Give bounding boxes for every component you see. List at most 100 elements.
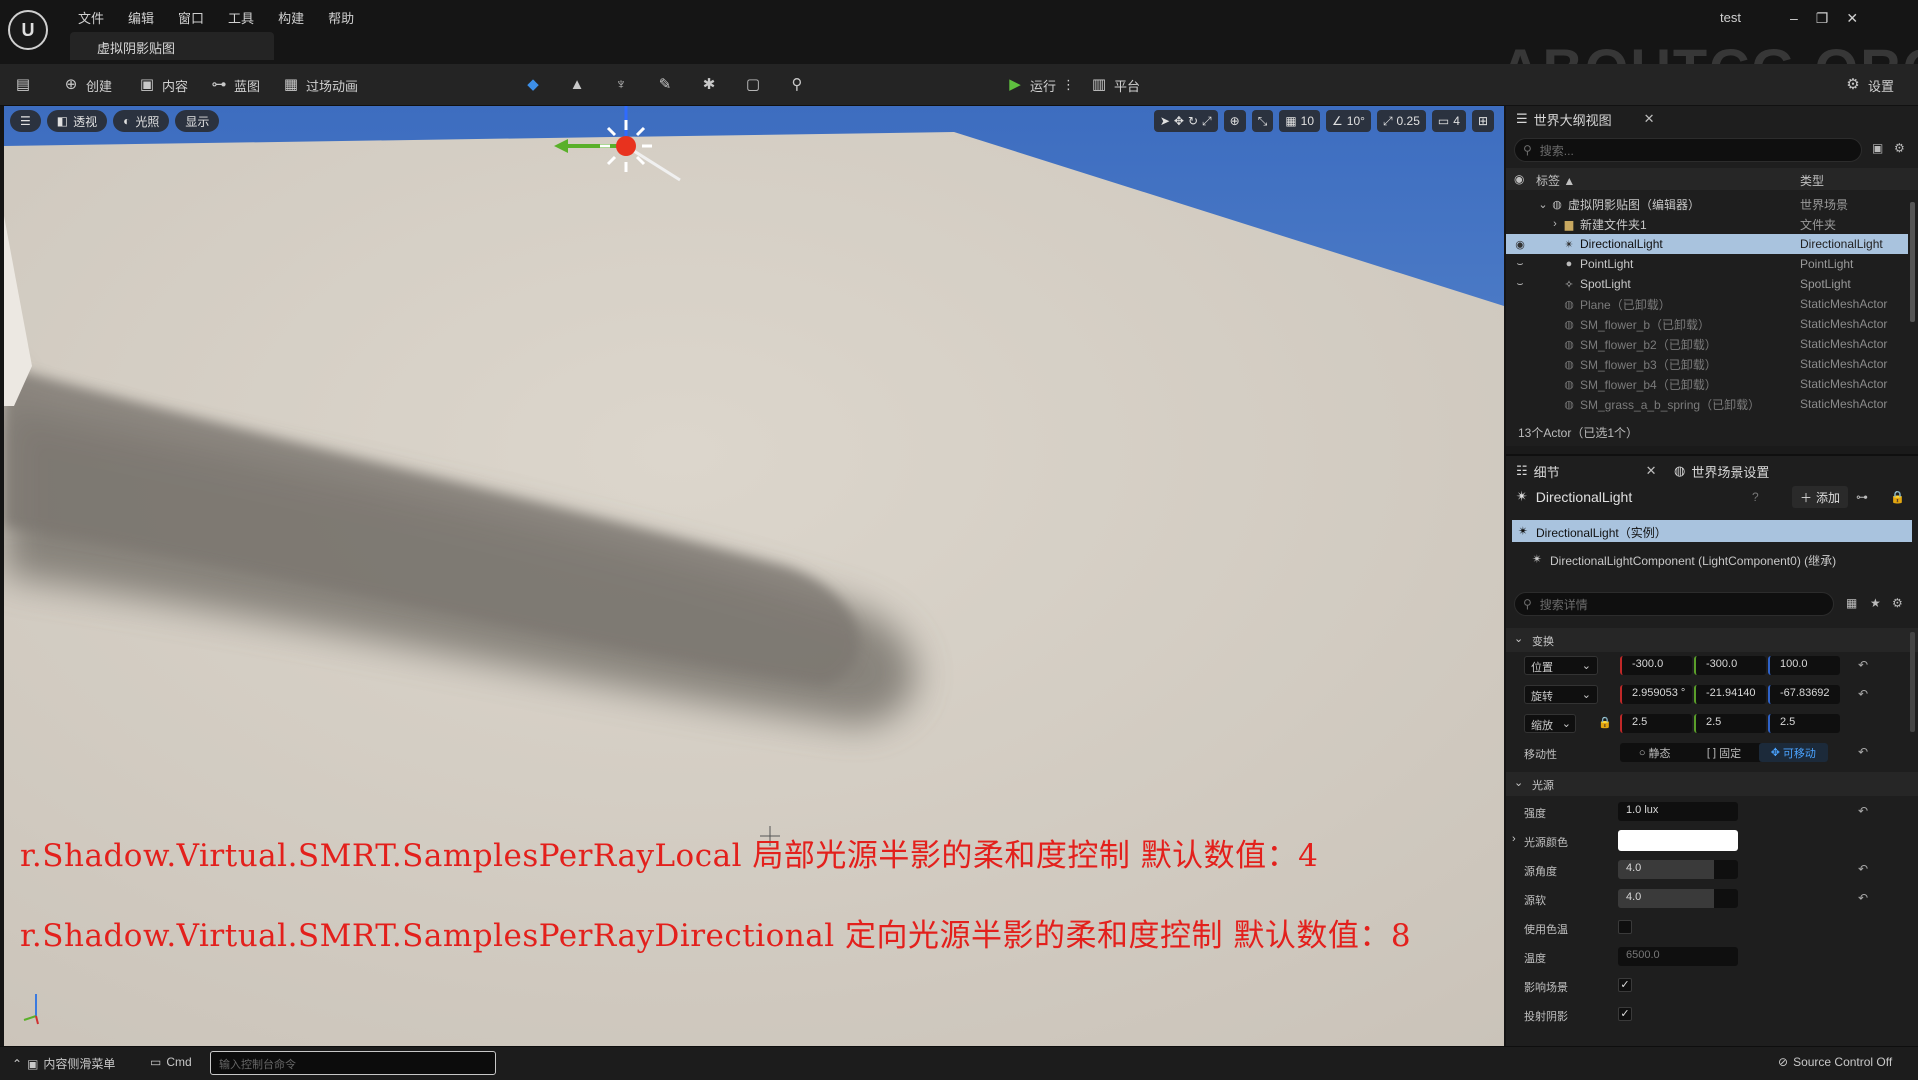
help-icon[interactable]: ? bbox=[1752, 490, 1759, 504]
details-search-input[interactable]: ⚲ 搜索详情 bbox=[1514, 592, 1834, 616]
world-local-toggle[interactable]: ⊕ bbox=[1223, 110, 1246, 132]
outliner-scrollbar[interactable] bbox=[1910, 202, 1915, 322]
add-component-button[interactable]: ＋ 添加 bbox=[1792, 486, 1849, 508]
outliner-row[interactable]: ◍ SM_grass_a_b_spring（已卸载） StaticMeshAct… bbox=[1506, 394, 1908, 414]
rotation-z-field[interactable]: -67.83692 bbox=[1768, 685, 1840, 704]
transform-section-header[interactable]: ⌄ 变换 bbox=[1506, 628, 1918, 652]
outliner-row[interactable]: ◍ SM_flower_b3（已卸载） StaticMeshActor bbox=[1506, 354, 1908, 374]
camera-speed[interactable]: ▭ 4 bbox=[1431, 110, 1466, 132]
level-viewport[interactable]: ☰ ◧ 透视 ◐ 光照 显示 ➤ ✥ ↻ ⤢ ⊕ ⤡ ▦ 10 ∠ 10° ⤢ 0.25 … bbox=[4, 106, 1504, 1046]
chevron-right-icon[interactable]: › bbox=[1512, 833, 1516, 845]
location-dropdown[interactable]: 位置 ⌄ bbox=[1524, 656, 1598, 675]
scale-dropdown[interactable]: 缩放 ⌄ bbox=[1524, 714, 1576, 733]
menu-edit[interactable]: 编辑 bbox=[116, 6, 166, 29]
light-color-swatch[interactable] bbox=[1618, 830, 1738, 851]
component-instance-row[interactable]: ✴ DirectionalLight（实例） bbox=[1512, 520, 1912, 542]
intensity-field[interactable]: 1.0 lux bbox=[1618, 802, 1738, 821]
location-z-field[interactable]: 100.0 bbox=[1768, 656, 1840, 675]
reset-icon[interactable]: ↶ bbox=[1858, 804, 1868, 818]
outliner-row[interactable]: ◍ SM_flower_b4（已卸载） StaticMeshActor bbox=[1506, 374, 1908, 394]
cast-shadows-checkbox[interactable]: ✓ bbox=[1618, 1007, 1632, 1021]
tab-world-settings[interactable]: ◍ 世界场景设置 bbox=[1674, 458, 1769, 484]
outliner-row[interactable]: ⌄ ◍ 虚拟阴影贴图（编辑器） 世界场景 bbox=[1506, 194, 1908, 214]
close-icon[interactable]: ✕ bbox=[1846, 10, 1858, 27]
rotation-snap[interactable]: ∠ 10° bbox=[1326, 110, 1371, 132]
unreal-logo-icon[interactable]: U bbox=[8, 10, 48, 50]
tab-details[interactable]: ☷ 细节 ✕ bbox=[1516, 458, 1657, 484]
scale-z-field[interactable]: 2.5 bbox=[1768, 714, 1840, 733]
outliner-row[interactable]: ◉ ✴ DirectionalLight DirectionalLight bbox=[1506, 234, 1908, 254]
add-folder-icon[interactable]: ▣ bbox=[1872, 141, 1883, 155]
content-button[interactable]: ▣ 内容 bbox=[138, 72, 188, 98]
scale-lock-icon[interactable]: 🔒 bbox=[1598, 716, 1612, 729]
scale-y-field[interactable]: 2.5 bbox=[1694, 714, 1766, 733]
brush-edit-button[interactable]: ▢ bbox=[744, 72, 762, 98]
location-y-field[interactable]: -300.0 bbox=[1694, 656, 1766, 675]
foliage-mode-button[interactable]: ♆ bbox=[612, 72, 630, 98]
surface-snap-toggle[interactable]: ⤡ bbox=[1251, 110, 1274, 132]
transform-tools[interactable]: ➤ ✥ ↻ ⤢ bbox=[1153, 110, 1218, 132]
outliner-row[interactable]: ⌣ ✧ SpotLight SpotLight bbox=[1506, 274, 1908, 294]
chevron-right-icon[interactable]: › bbox=[1548, 218, 1562, 230]
fracture-mode-button[interactable]: ✱ bbox=[700, 72, 718, 98]
settings-button[interactable]: ⚙ 设置 bbox=[1844, 72, 1894, 98]
star-icon[interactable]: ★ bbox=[1870, 596, 1881, 610]
viewport-options-button[interactable]: ☰ bbox=[10, 110, 41, 132]
outliner-search-input[interactable]: ⚲ 搜索... bbox=[1514, 138, 1862, 162]
source-control-button[interactable]: ⊘ Source Control Off bbox=[1778, 1055, 1892, 1069]
menu-build[interactable]: 构建 bbox=[266, 6, 316, 29]
show-button[interactable]: 显示 bbox=[175, 110, 220, 132]
menu-file[interactable]: 文件 bbox=[66, 6, 116, 29]
content-drawer-button[interactable]: ⌃ ▣ 内容侧滑菜单 bbox=[12, 1055, 115, 1072]
rotation-x-field[interactable]: 2.959053 ° bbox=[1620, 685, 1692, 704]
select-arrow-icon[interactable]: ➤ bbox=[1160, 114, 1170, 128]
eye-closed-icon[interactable]: ⌣ bbox=[1513, 278, 1527, 291]
create-button[interactable]: ⊕ 创建 bbox=[62, 72, 112, 98]
outliner-row[interactable]: ◍ SM_flower_b2（已卸载） StaticMeshActor bbox=[1506, 334, 1908, 354]
outliner-row[interactable]: › ▆ 新建文件夹1 文件夹 bbox=[1506, 214, 1908, 234]
source-angle-field[interactable]: 4.0 bbox=[1618, 860, 1738, 879]
animation-mode-button[interactable]: ⚲ bbox=[788, 72, 806, 98]
perspective-button[interactable]: ◧ 透视 bbox=[46, 110, 108, 132]
grid-snap[interactable]: ▦ 10 bbox=[1279, 110, 1321, 132]
minimize-icon[interactable]: – bbox=[1790, 10, 1798, 27]
lighting-button[interactable]: ◐ 光照 bbox=[113, 110, 170, 132]
details-scrollbar[interactable] bbox=[1910, 632, 1915, 732]
cinematics-button[interactable]: ▦ 过场动画 bbox=[282, 72, 358, 98]
play-button[interactable]: ▶ 运行 ⋮ bbox=[1006, 72, 1075, 98]
move-icon[interactable]: ✥ bbox=[1174, 114, 1184, 128]
affects-world-checkbox[interactable]: ✓ bbox=[1618, 978, 1632, 992]
reset-icon[interactable]: ↶ bbox=[1858, 891, 1868, 905]
column-type-header[interactable]: 类型 bbox=[1800, 172, 1824, 189]
console-command-input[interactable]: 输入控制台命令 bbox=[210, 1051, 496, 1075]
reset-icon[interactable]: ↶ bbox=[1858, 687, 1868, 701]
reset-icon[interactable]: ↶ bbox=[1858, 862, 1868, 876]
temperature-field[interactable]: 6500.0 bbox=[1618, 947, 1738, 966]
table-view-icon[interactable]: ▦ bbox=[1846, 596, 1857, 610]
level-tab[interactable]: 虚拟阴影贴图 bbox=[70, 32, 274, 60]
close-outliner-icon[interactable]: ✕ bbox=[1644, 111, 1655, 127]
mesh-paint-button[interactable]: ✎ bbox=[656, 72, 674, 98]
menu-help[interactable]: 帮助 bbox=[316, 6, 366, 29]
restore-icon[interactable]: ❐ bbox=[1816, 10, 1829, 27]
blueprint-convert-icon[interactable]: ⊶ bbox=[1856, 490, 1868, 504]
component-row[interactable]: ✴ DirectionalLightComponent (LightCompon… bbox=[1532, 552, 1836, 569]
light-section-header[interactable]: ⌄ 光源 bbox=[1506, 772, 1918, 796]
rotate-icon[interactable]: ↻ bbox=[1188, 114, 1198, 128]
details-settings-icon[interactable]: ⚙ bbox=[1892, 596, 1903, 610]
eye-closed-icon[interactable]: ⌣ bbox=[1513, 258, 1527, 271]
maximize-viewport-button[interactable]: ⊞ bbox=[1471, 110, 1494, 132]
rotation-dropdown[interactable]: 旋转 ⌄ bbox=[1524, 685, 1598, 704]
mobility-stationary-option[interactable]: [ ] 固定 bbox=[1689, 743, 1758, 762]
outliner-row[interactable]: ◍ Plane（已卸载） StaticMeshActor bbox=[1506, 294, 1908, 314]
menu-window[interactable]: 窗口 bbox=[166, 6, 216, 29]
mobility-static-option[interactable]: ○ 静态 bbox=[1620, 743, 1689, 762]
reset-icon[interactable]: ↶ bbox=[1858, 745, 1868, 759]
reset-icon[interactable]: ↶ bbox=[1858, 658, 1868, 672]
source-soft-angle-field[interactable]: 4.0 bbox=[1618, 889, 1738, 908]
scale-icon[interactable]: ⤢ bbox=[1202, 114, 1212, 129]
scale-snap[interactable]: ⤢ 0.25 bbox=[1376, 110, 1426, 132]
outliner-settings-icon[interactable]: ⚙ bbox=[1894, 141, 1905, 155]
tab-world-outliner[interactable]: ☰ 世界大纲视图 ✕ bbox=[1516, 106, 1655, 132]
menu-tools[interactable]: 工具 bbox=[216, 6, 266, 29]
